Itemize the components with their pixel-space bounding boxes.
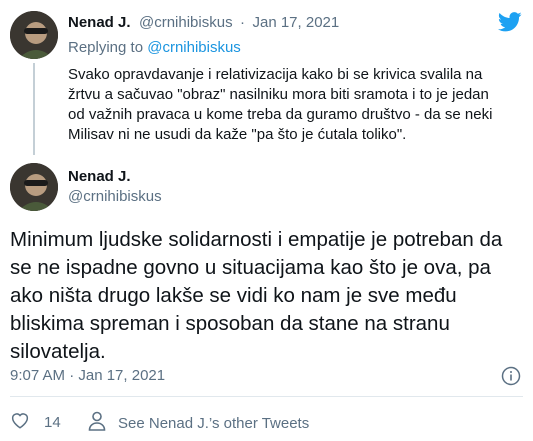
twitter-bird-icon[interactable] bbox=[497, 12, 522, 37]
replying-to-label: Replying to bbox=[68, 39, 144, 56]
reply-tweet-text: Svako opravdavanje i relativizacija kako… bbox=[68, 66, 493, 143]
heart-icon bbox=[10, 411, 30, 433]
reply-author-name[interactable]: Nenad J. bbox=[68, 14, 131, 31]
header-separator: · bbox=[240, 14, 246, 31]
info-icon[interactable] bbox=[501, 366, 521, 391]
main-tweet-timestamp[interactable]: 9:07 AM · Jan 17, 2021 bbox=[10, 367, 165, 384]
thread-connector-line bbox=[33, 63, 35, 155]
replying-to-line: Replying to @crnihibiskus bbox=[68, 39, 241, 56]
divider bbox=[10, 396, 523, 397]
like-count: 14 bbox=[44, 413, 61, 431]
main-author-avatar[interactable] bbox=[10, 163, 58, 211]
main-tweet-text: Minimum ljudske solidarnosti i empatije … bbox=[10, 228, 503, 363]
reply-tweet-header: Nenad J. @crnihibiskus · Jan 17, 2021 bbox=[68, 14, 339, 32]
reply-tweet-date[interactable]: Jan 17, 2021 bbox=[252, 14, 339, 31]
replying-to-handle-link[interactable]: @crnihibiskus bbox=[147, 39, 241, 56]
like-button[interactable]: 14 bbox=[10, 411, 61, 433]
main-author-name[interactable]: Nenad J. bbox=[68, 168, 131, 185]
reply-author-avatar[interactable] bbox=[10, 11, 58, 59]
see-other-tweets-label: See Nenad J.’s other Tweets bbox=[118, 414, 310, 432]
reply-author-handle[interactable]: @crnihibiskus bbox=[139, 14, 233, 31]
see-other-tweets-link[interactable]: See Nenad J.’s other Tweets bbox=[88, 411, 309, 435]
main-author-handle[interactable]: @crnihibiskus bbox=[68, 188, 162, 205]
person-icon bbox=[88, 411, 106, 435]
